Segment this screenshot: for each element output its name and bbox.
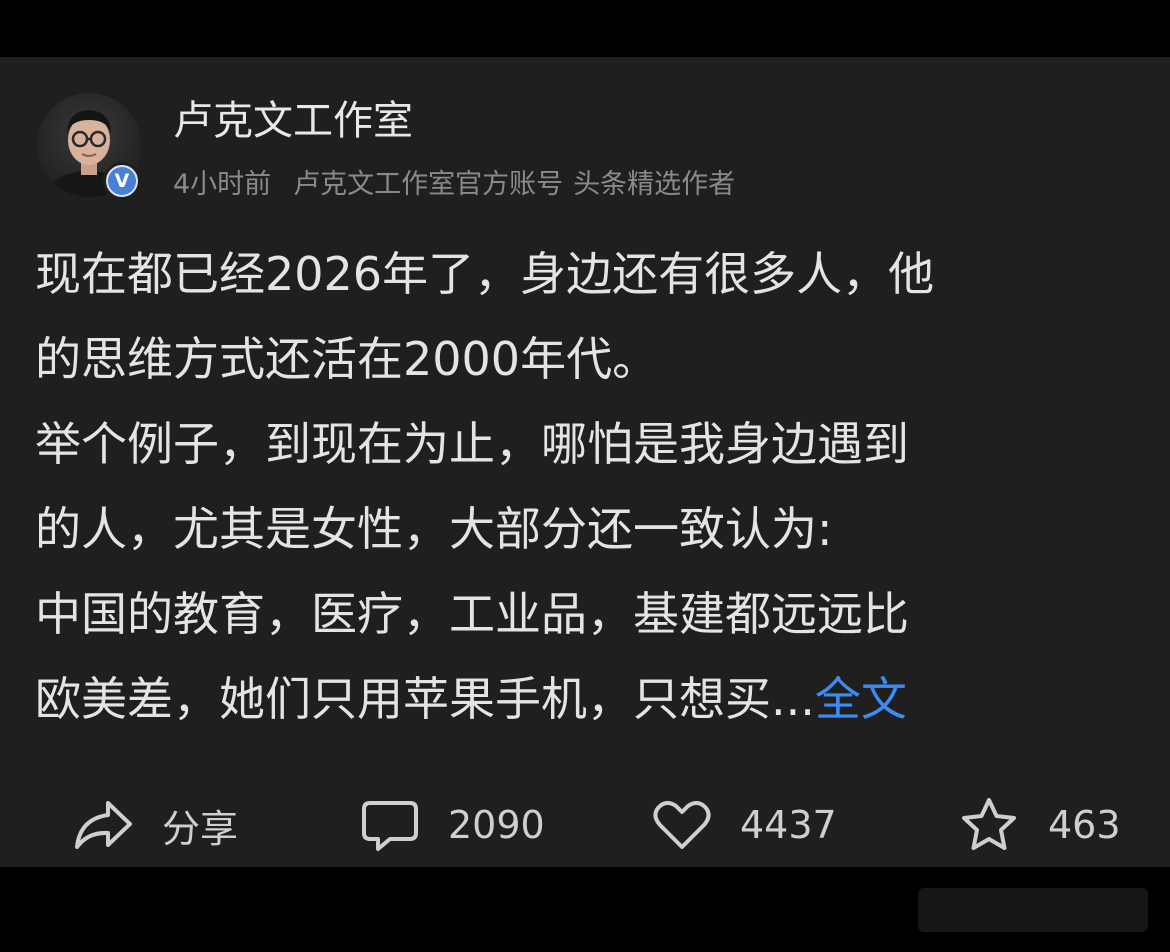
verified-badge-label: V: [108, 167, 136, 195]
heart-icon: [653, 801, 711, 849]
share-button[interactable]: 分享: [72, 785, 238, 865]
account-description: 卢克文工作室官方账号: [293, 169, 564, 200]
share-icon: [75, 801, 132, 849]
post-content[interactable]: 现在都已经2026年了，身边还有很多人，他 的思维方式还活在2000年代。 举个…: [35, 232, 1150, 742]
read-more-link[interactable]: 全文: [815, 672, 907, 726]
favorite-button[interactable]: 463: [958, 785, 1121, 865]
author-tag: 头条精选作者: [573, 169, 736, 200]
post-text-line-last: 欧美差，她们只用苹果手机，只想买...全文: [35, 657, 1150, 742]
post-text-line: 的人，尤其是女性，大部分还一致认为:: [35, 502, 833, 556]
post-card: V 卢克文工作室 4小时前 卢克文工作室官方账号 头条精选作者 现在都已经2026年…: [0, 57, 1170, 867]
author-name[interactable]: 卢克文工作室: [173, 95, 413, 147]
comment-count: 2090: [448, 803, 545, 847]
action-bar: 分享 2090 4437 463: [0, 785, 1170, 865]
post-text-line: 现在都已经2026年了，身边还有很多人，他: [35, 247, 935, 301]
post-text-line: 举个例子，到现在为止，哪怕是我身边遇到: [35, 417, 909, 471]
star-icon: [962, 798, 1016, 850]
post-text-truncated: 欧美差，她们只用苹果手机，只想买...: [35, 672, 815, 726]
watermark: [918, 888, 1148, 932]
screenshot-frame: V 卢克文工作室 4小时前 卢克文工作室官方账号 头条精选作者 现在都已经2026年…: [0, 0, 1170, 952]
post-text-line: 的思维方式还活在2000年代。: [35, 332, 659, 386]
comment-icon: [362, 801, 418, 851]
share-label: 分享: [162, 806, 239, 851]
post-text-line: 中国的教育，医疗，工业品，基建都远远比: [35, 587, 909, 641]
comment-button[interactable]: 2090: [360, 785, 545, 865]
post-meta: 4小时前 卢克文工作室官方账号 头条精选作者: [173, 165, 735, 205]
favorite-count: 463: [1048, 803, 1121, 847]
verified-icon: V: [103, 162, 141, 200]
like-count: 4437: [740, 803, 837, 847]
post-time: 4小时前: [173, 169, 272, 200]
like-button[interactable]: 4437: [652, 785, 837, 865]
